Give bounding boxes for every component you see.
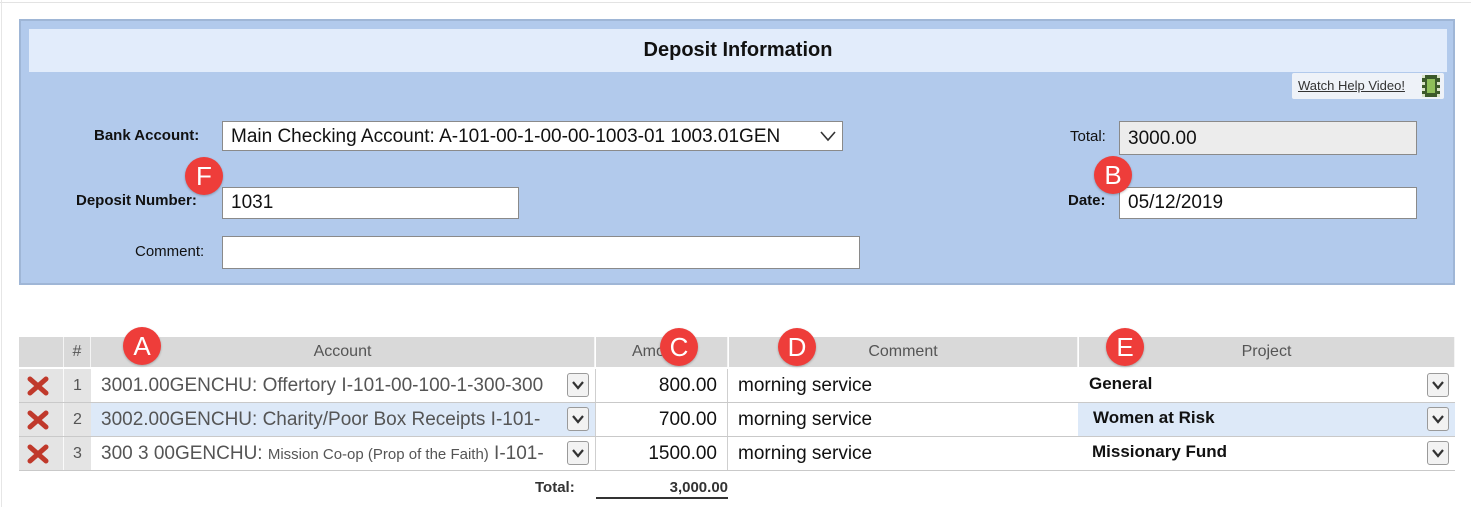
account-tail-text: I-101- [488, 443, 544, 464]
comment-field[interactable] [222, 236, 860, 269]
project-dropdown-button[interactable] [1427, 407, 1449, 431]
bank-account-label: Bank Account: [94, 127, 200, 144]
marker-b: B [1094, 156, 1132, 194]
watch-help-video-link[interactable]: Watch Help Video! [1298, 78, 1405, 93]
total-underline [596, 497, 728, 499]
row-number: 1 [64, 369, 91, 402]
project-value[interactable]: General [1079, 369, 1419, 402]
project-dropdown-button[interactable] [1427, 373, 1449, 397]
delete-cell[interactable] [19, 437, 64, 470]
chevron-down-icon [1432, 381, 1444, 390]
grid-header-delete [19, 337, 64, 367]
deposit-number-field[interactable]: 1031 [222, 187, 519, 219]
row-divider [19, 470, 1455, 471]
comment-label: Comment: [135, 243, 205, 260]
date-label: Date: [1068, 192, 1106, 209]
delete-cell[interactable] [19, 369, 64, 402]
account-small-text: Mission Co-op (Prop of the Faith) [267, 446, 489, 463]
marker-a: A [123, 327, 161, 365]
film-strip-icon[interactable] [1422, 75, 1440, 97]
top-border [0, 2, 1471, 3]
total-label: Total: [1070, 128, 1106, 145]
grid-total-label: Total: [535, 479, 575, 496]
grid-header-num: # [64, 337, 91, 367]
deposit-number-label: Deposit Number: [76, 192, 197, 209]
account-main-text: 3002.00GENCHU: Charity/Poor Box Receipts… [101, 409, 541, 430]
x-delete-icon[interactable] [27, 410, 49, 430]
chevron-down-icon [1432, 449, 1444, 458]
help-video-box[interactable]: Watch Help Video! [1292, 73, 1444, 99]
deposit-info-panel: Deposit Information Watch Help Video! Ba… [19, 19, 1455, 285]
project-dropdown-button[interactable] [1427, 441, 1449, 465]
comment-value[interactable]: morning service [728, 369, 1078, 402]
account-dropdown-button[interactable] [567, 373, 589, 397]
chevron-down-icon [572, 381, 584, 390]
marker-e: E [1106, 328, 1144, 366]
account-main-text: 3001.00GENCHU: Offertory I-101-00-100-1-… [101, 375, 544, 396]
row-number: 3 [64, 437, 91, 470]
marker-d: D [778, 328, 816, 366]
chevron-down-icon [572, 415, 584, 424]
account-value[interactable]: 3001.00GENCHU: Offertory I-101-00-100-1-… [91, 369, 567, 402]
amount-value[interactable]: 700.00 [595, 403, 728, 436]
chevron-down-icon [1432, 415, 1444, 424]
marker-f: F [185, 157, 223, 195]
comment-value[interactable]: morning service [728, 437, 1078, 470]
row-number: 2 [64, 403, 91, 436]
account-value[interactable]: 3002.00GENCHU: Charity/Poor Box Receipts… [91, 403, 567, 436]
bank-account-value: Main Checking Account: A-101-00-1-00-00-… [231, 126, 781, 147]
chevron-down-icon [820, 131, 836, 142]
bank-account-select[interactable]: Main Checking Account: A-101-00-1-00-00-… [222, 121, 843, 151]
chevron-down-icon [572, 449, 584, 458]
amount-value[interactable]: 1500.00 [595, 437, 728, 470]
grid-header-account: Account [91, 337, 595, 367]
amount-value[interactable]: 800.00 [595, 369, 728, 402]
panel-title: Deposit Information [29, 29, 1447, 72]
x-delete-icon[interactable] [27, 444, 49, 464]
project-value[interactable]: Missionary Fund [1079, 437, 1419, 470]
grid-total-value: 3,000.00 [669, 479, 728, 496]
total-field: 3000.00 [1119, 121, 1417, 155]
marker-c: C [660, 328, 698, 366]
date-field[interactable]: 05/12/2019 [1119, 187, 1417, 219]
account-main-text: 300 3 00GENCHU: [101, 443, 268, 464]
delete-cell[interactable] [19, 403, 64, 436]
account-dropdown-button[interactable] [567, 407, 589, 431]
x-delete-icon[interactable] [27, 376, 49, 396]
project-value[interactable]: Women at Risk [1079, 403, 1419, 436]
comment-value[interactable]: morning service [728, 403, 1078, 436]
account-value[interactable]: 300 3 00GENCHU: Mission Co-op (Prop of t… [91, 437, 567, 470]
left-border [1, 0, 2, 507]
account-dropdown-button[interactable] [567, 441, 589, 465]
